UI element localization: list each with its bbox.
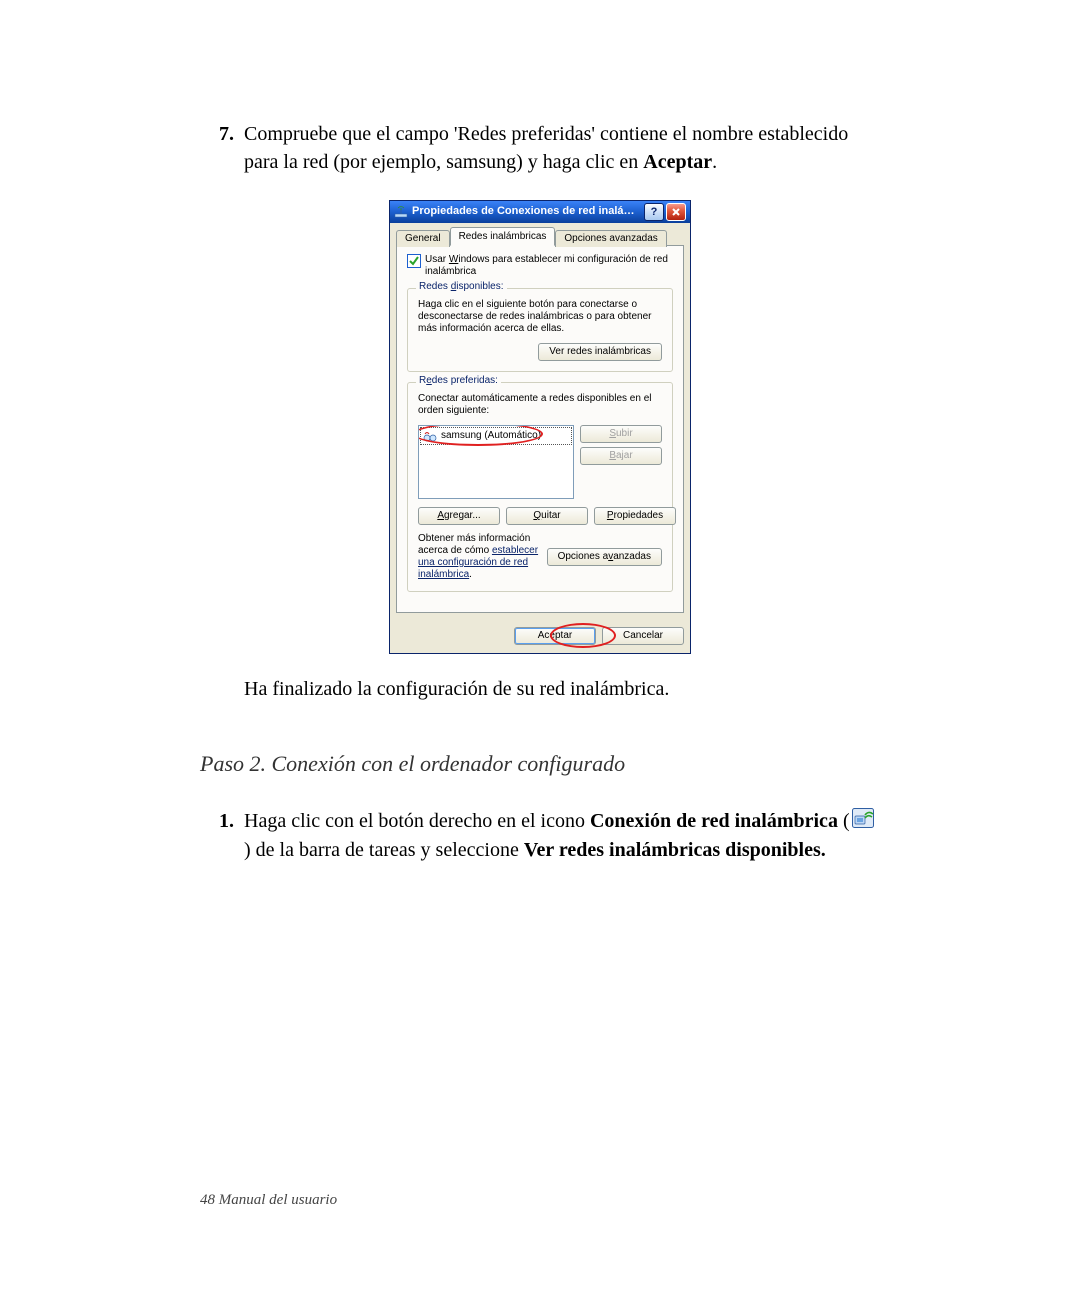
available-text: Haga clic en el siguiente botón para con… <box>418 299 662 335</box>
section-heading: Paso 2. Conexión con el ordenador config… <box>200 751 880 777</box>
adv-suf: anzadas <box>613 551 651 562</box>
step7-prefix: Compruebe que el campo 'Redes preferidas… <box>244 123 848 173</box>
move-up-button[interactable]: Subir <box>580 425 662 443</box>
tab-panel: Usar Windows para establecer mi configur… <box>396 245 684 613</box>
help-button[interactable]: ? <box>644 203 664 221</box>
rm-u: Q <box>533 510 541 521</box>
tab-wireless[interactable]: Redes inalámbricas <box>450 227 556 246</box>
available-legend: Redes disponibles: <box>416 281 507 293</box>
close-button[interactable] <box>666 203 686 221</box>
uw-suffix: indows para establecer mi configuración … <box>425 254 668 277</box>
pref-leg-suf: des preferidas: <box>432 375 498 386</box>
s1-prefix: Haga clic con el botón derecho en el ico… <box>244 810 590 832</box>
dn-u: B <box>609 450 616 461</box>
up-l: ubir <box>616 428 633 439</box>
s1-tail: ) de la barra de tareas y seleccione <box>244 839 524 861</box>
tab-general[interactable]: General <box>396 230 450 247</box>
preferred-networks-group: Redes preferidas: Conectar automáticamen… <box>407 382 673 592</box>
uw-ukey: W <box>449 254 458 265</box>
tab-strip: General Redes inalámbricas Opciones avan… <box>396 227 684 246</box>
info-text-block: Obtener más información acerca de cómo e… <box>418 533 541 581</box>
avail-leg-suf: isponibles: <box>456 281 503 292</box>
step-1: 1. Haga clic con el botón derecho en el … <box>200 807 880 864</box>
step7-bold: Aceptar <box>643 151 712 173</box>
advanced-options-button[interactable]: Opciones avanzadas <box>547 548 662 566</box>
adv-pre: Opciones a <box>558 551 609 562</box>
pr-l: ropiedades <box>614 510 663 521</box>
pr-u: P <box>607 510 614 521</box>
available-networks-group: Redes disponibles: Haga clic en el sigui… <box>407 288 673 372</box>
dialog-title: Propiedades de Conexiones de red inalámb… <box>412 205 644 218</box>
step-text: Haga clic con el botón derecho en el ico… <box>244 807 880 864</box>
wireless-titlebar-icon <box>394 205 408 219</box>
dn-l: ajar <box>616 450 633 461</box>
move-down-button[interactable]: Bajar <box>580 447 662 465</box>
view-wireless-button[interactable]: Ver redes inalámbricas <box>538 343 662 361</box>
use-windows-checkbox[interactable] <box>407 254 421 268</box>
wireless-tray-icon <box>852 808 874 836</box>
avail-leg-pre: Redes <box>419 281 451 292</box>
dialog-footer: Aceptar Cancelar <box>390 619 690 653</box>
s1-bold2: Ver redes inalámbricas disponibles. <box>524 839 826 861</box>
properties-button[interactable]: Propiedades <box>594 507 676 525</box>
titlebar: Propiedades de Conexiones de red inalámb… <box>390 201 690 223</box>
add-button[interactable]: Agregar... <box>418 507 500 525</box>
close-icon <box>671 207 681 217</box>
s1-bold1: Conexión de red inalámbrica <box>590 810 838 832</box>
wireless-properties-dialog: Propiedades de Conexiones de red inalámb… <box>389 200 691 654</box>
step-number: 7. <box>200 120 244 176</box>
use-windows-label: Usar Windows para establecer mi configur… <box>425 254 673 278</box>
step-7: 7. Compruebe que el campo 'Redes preferi… <box>200 120 880 176</box>
uw-prefix: Usar <box>425 254 449 265</box>
preferred-listbox[interactable]: samsung (Automático) <box>418 425 574 499</box>
up-u: S <box>609 428 616 439</box>
info-suffix: . <box>469 569 472 580</box>
tab-advanced-options[interactable]: Opciones avanzadas <box>555 230 666 247</box>
preferred-text: Conectar automáticamente a redes disponi… <box>418 393 662 417</box>
step7-suffix: . <box>712 151 717 173</box>
step-text: Compruebe que el campo 'Redes preferidas… <box>244 120 880 176</box>
cancel-button[interactable]: Cancelar <box>602 627 684 645</box>
add-l: gregar... <box>444 510 481 521</box>
network-adhoc-icon <box>423 430 437 442</box>
add-u: A <box>437 510 444 521</box>
rm-l: uitar <box>541 510 560 521</box>
list-item[interactable]: samsung (Automático) <box>420 427 572 445</box>
s1-mid: ( <box>838 810 850 832</box>
list-item-label: samsung (Automático) <box>441 430 541 442</box>
checkmark-icon <box>409 256 419 266</box>
step-number: 1. <box>200 807 244 864</box>
page-footer: 48 Manual del usuario <box>200 1192 337 1209</box>
remove-button[interactable]: Quitar <box>506 507 588 525</box>
preferred-legend: Redes preferidas: <box>416 375 501 387</box>
ok-button[interactable]: Aceptar <box>514 627 596 645</box>
followup-text: Ha finalizado la configuración de su red… <box>244 678 880 701</box>
